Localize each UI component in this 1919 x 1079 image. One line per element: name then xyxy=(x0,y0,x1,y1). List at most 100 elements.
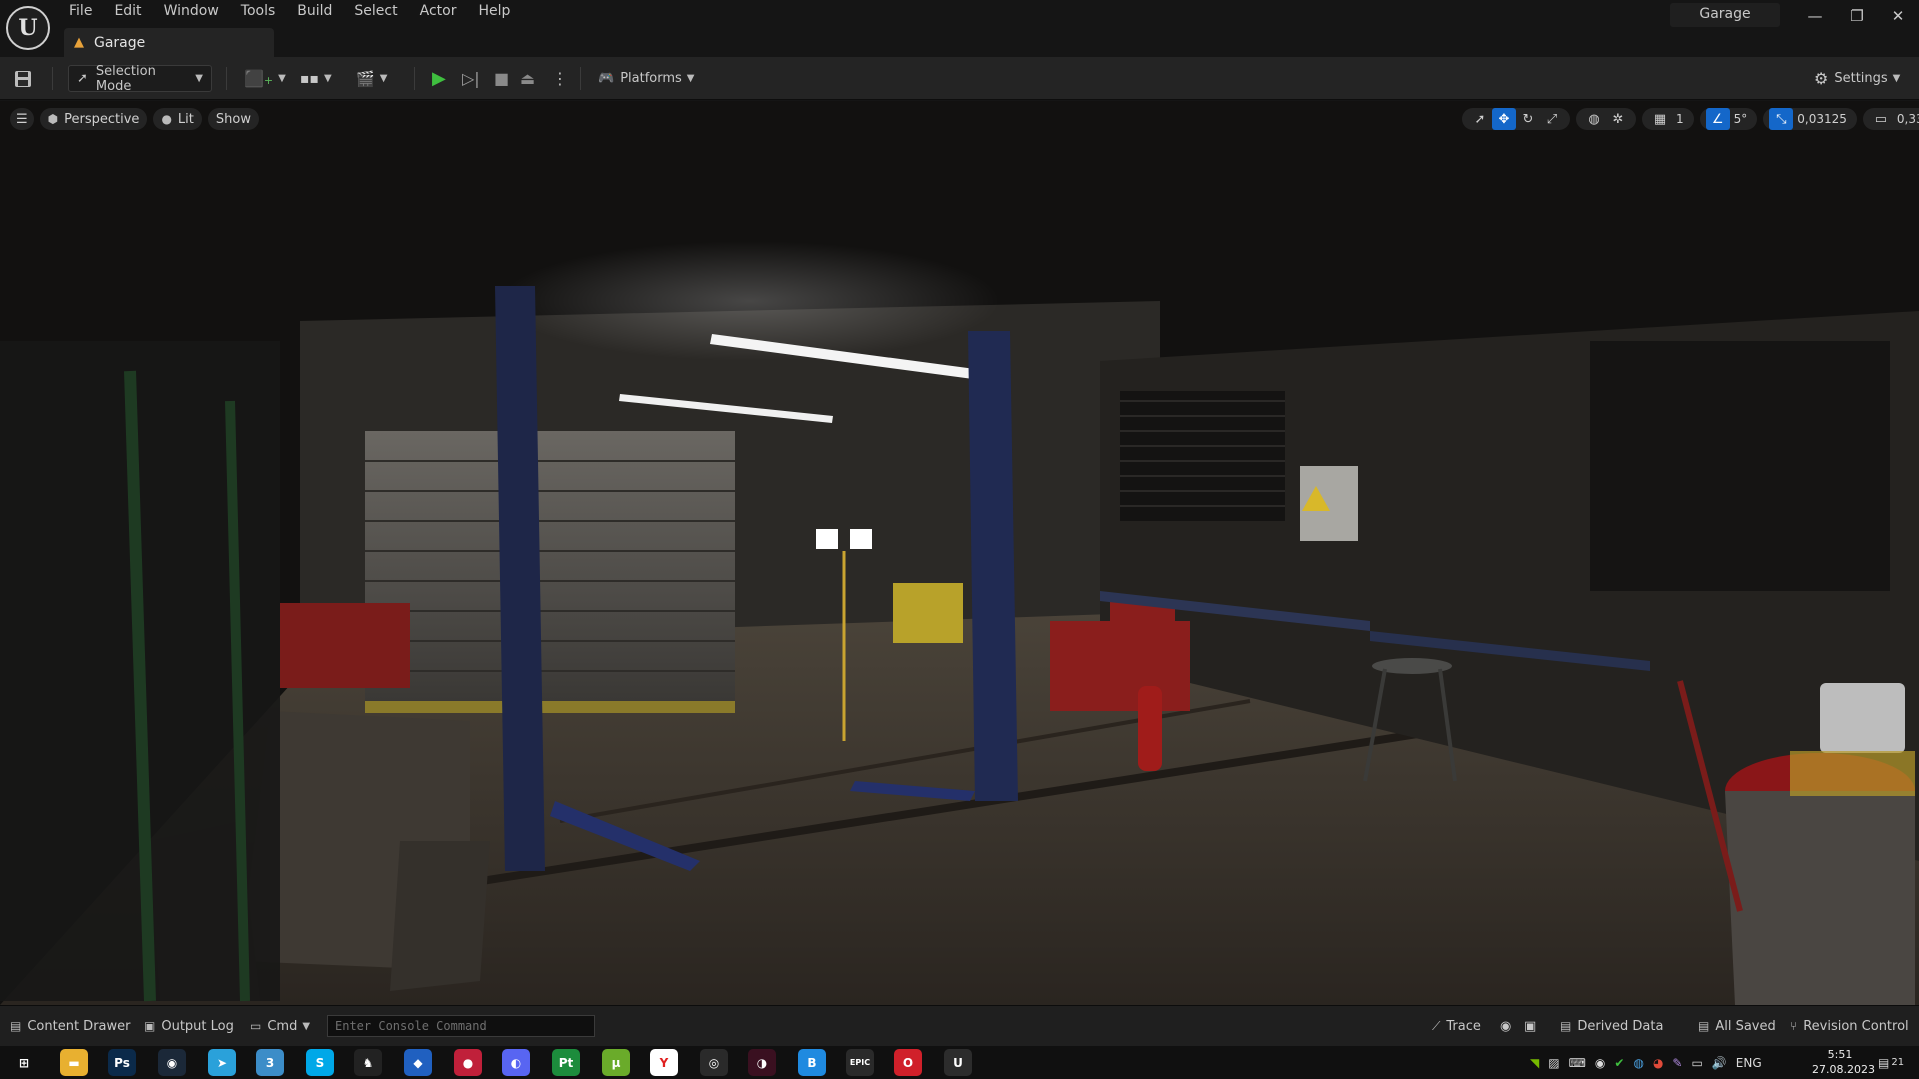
restore-icon[interactable]: ❐ xyxy=(1836,0,1878,32)
notifications-button[interactable]: ▤ 21 xyxy=(1878,1046,1904,1079)
close-icon[interactable]: ✕ xyxy=(1877,0,1919,32)
perspective-button[interactable]: ⬢ Perspective xyxy=(39,108,148,130)
selection-mode-dropdown[interactable]: ➚ Selection Mode ▼ xyxy=(68,64,212,94)
taskbar-blender-like-icon[interactable]: ◆ xyxy=(404,1049,432,1076)
settings-dropdown[interactable]: ⚙ Settings ▼ xyxy=(1814,65,1900,92)
transform-tools: ➚ ✥ ↻ ⤢ xyxy=(1462,108,1570,130)
main-toolbar: ➚ Selection Mode ▼ ⬛+ ▼ ▪▪ ▼ 🎬 ▼ ▶ ▷| ■ … xyxy=(0,57,1919,100)
taskbar-file-explorer-icon[interactable]: ▬ xyxy=(60,1049,88,1076)
taskbar-b-app-icon[interactable]: B xyxy=(798,1049,826,1076)
taskbar-media-app-icon[interactable]: ◑ xyxy=(748,1049,776,1076)
step-frame-icon[interactable]: ▷| xyxy=(462,65,480,92)
taskbar-red-app-icon[interactable]: ● xyxy=(454,1049,482,1076)
terminal-icon: ▭ xyxy=(250,1019,262,1033)
all-saved-button[interactable]: ▤ All Saved xyxy=(1698,1016,1776,1036)
revision-control-button[interactable]: ⑂ Revision Control xyxy=(1790,1016,1909,1036)
translate-icon[interactable]: ✥ xyxy=(1492,108,1516,130)
grid-snap-group[interactable]: ▦ 1 xyxy=(1642,108,1694,130)
viewport-right-controls: ➚ ✥ ↻ ⤢ ◍ ✲ ▦ 1 ∠ 5° ⤡ 0,03125 ▭ 0,33 ⊞ xyxy=(1456,108,1919,130)
save-status-icon: ▤ xyxy=(1698,1019,1710,1033)
record-icon[interactable]: ◉ xyxy=(1500,1016,1511,1036)
taskbar-skype-icon[interactable]: S xyxy=(306,1049,334,1076)
clock[interactable]: 5:51 27.08.2023 xyxy=(1812,1047,1875,1077)
chevron-down-icon: ▼ xyxy=(686,73,695,84)
play-icon[interactable]: ▶ xyxy=(432,65,446,92)
scale-icon[interactable]: ⤢ xyxy=(1540,108,1564,130)
language-indicator[interactable]: ENG xyxy=(1736,1056,1762,1070)
image-icon[interactable]: ▨ xyxy=(1548,1056,1559,1070)
steam-tray-icon[interactable]: ◉ xyxy=(1595,1056,1605,1070)
more-options-icon[interactable]: ⋮ xyxy=(552,65,568,92)
taskbar-epic-games-icon[interactable]: EPIC xyxy=(846,1049,874,1076)
taskbar-opera-icon[interactable]: O xyxy=(894,1049,922,1076)
content-drawer-button[interactable]: ▤ Content Drawer xyxy=(10,1016,130,1036)
output-log-button[interactable]: ▣ Output Log xyxy=(144,1016,234,1036)
cmd-label: Cmd xyxy=(267,1018,298,1034)
keyboard-icon[interactable]: ⌨ xyxy=(1569,1056,1586,1070)
platforms-dropdown[interactable]: 🎮 Platforms ▼ xyxy=(598,65,695,92)
output-log-label: Output Log xyxy=(161,1018,234,1034)
add-actor-button[interactable]: ⬛+ ▼ xyxy=(244,65,286,92)
level-icon: ▲ xyxy=(74,35,84,50)
chrome-icon[interactable]: ◕ xyxy=(1653,1056,1663,1070)
menu-tools[interactable]: Tools xyxy=(230,0,287,24)
menu-actor[interactable]: Actor xyxy=(409,0,468,24)
derived-data-button[interactable]: ▤ Derived Data xyxy=(1560,1016,1663,1036)
show-button[interactable]: Show xyxy=(207,108,259,130)
select-arrow-icon[interactable]: ➚ xyxy=(1468,108,1492,130)
show-label: Show xyxy=(215,111,251,127)
menu-build[interactable]: Build xyxy=(286,0,343,24)
taskbar-unreal-engine-icon[interactable]: U xyxy=(944,1049,972,1076)
taskbar-windows-start-icon[interactable]: ⊞ xyxy=(10,1049,38,1076)
viewport-options-button[interactable]: ☰ xyxy=(10,108,34,130)
taskbar-app-3-icon[interactable]: 3 xyxy=(256,1049,284,1076)
platforms-label: Platforms xyxy=(620,71,682,86)
taskbar-telegram-icon[interactable]: ➤ xyxy=(208,1049,236,1076)
branch-icon: ⑂ xyxy=(1790,1019,1798,1033)
scale-snap-group[interactable]: ⤡ 0,03125 xyxy=(1763,108,1857,130)
menu-window[interactable]: Window xyxy=(153,0,230,24)
cursor-icon: ➚ xyxy=(77,71,88,86)
eject-icon[interactable]: ⏏ xyxy=(520,65,535,92)
screenshot-icon[interactable]: ▣ xyxy=(1524,1016,1536,1036)
stop-icon[interactable]: ■ xyxy=(494,65,509,92)
console-command-input[interactable] xyxy=(327,1015,595,1037)
blueprint-button[interactable]: ▪▪ ▼ xyxy=(300,65,332,92)
nvidia-icon[interactable]: ◥ xyxy=(1530,1056,1539,1070)
world-globe-icon[interactable]: ◍ xyxy=(1582,108,1606,130)
taskbar-discord-icon[interactable]: ◐ xyxy=(502,1049,530,1076)
cmd-dropdown[interactable]: ▭ Cmd ▼ xyxy=(250,1016,310,1036)
globe-icon[interactable]: ◍ xyxy=(1633,1056,1643,1070)
taskbar-game-app-icon[interactable]: ♞ xyxy=(354,1049,382,1076)
level-viewport[interactable]: ☰ ⬢ Perspective ● Lit Show ➚ ✥ ↻ ⤢ ◍ ✲ ▦… xyxy=(0,101,1919,1005)
menu-help[interactable]: Help xyxy=(467,0,521,24)
taskbar-steam-icon[interactable]: ◉ xyxy=(158,1049,186,1076)
cinematics-button[interactable]: 🎬 ▼ xyxy=(356,65,387,92)
volume-icon[interactable]: 🔊 xyxy=(1712,1056,1727,1070)
camera-speed-group[interactable]: ▭ 0,33 xyxy=(1862,108,1919,130)
rotation-snap-group[interactable]: ∠ 5° xyxy=(1699,108,1758,130)
menu-edit[interactable]: Edit xyxy=(103,0,152,24)
rotation-snap-value: 5° xyxy=(1733,112,1748,126)
taskbar-obs-icon[interactable]: ◎ xyxy=(700,1049,728,1076)
rotate-icon[interactable]: ↻ xyxy=(1516,108,1540,130)
lit-button[interactable]: ● Lit xyxy=(153,108,202,130)
check-icon[interactable]: ✔ xyxy=(1614,1056,1624,1070)
surface-snap-icon[interactable]: ✲ xyxy=(1606,108,1630,130)
level-tab[interactable]: ▲ Garage xyxy=(64,28,274,57)
taskbar-photoshop-icon[interactable]: Ps xyxy=(108,1049,136,1076)
save-icon[interactable] xyxy=(14,65,32,92)
network-icon[interactable]: ▭ xyxy=(1691,1056,1702,1070)
unreal-logo-icon[interactable]: U xyxy=(6,6,50,50)
clock-date: 27.08.2023 xyxy=(1812,1063,1875,1076)
menu-file[interactable]: File xyxy=(58,0,103,24)
minimize-icon[interactable]: — xyxy=(1794,0,1836,32)
camera-icon: ▭ xyxy=(1874,111,1888,127)
menu-select[interactable]: Select xyxy=(343,0,408,24)
pen-icon[interactable]: ✎ xyxy=(1672,1056,1682,1070)
taskbar-utorrent-icon[interactable]: µ xyxy=(602,1049,630,1076)
taskbar-yandex-icon[interactable]: Y xyxy=(650,1049,678,1076)
angle-icon: ∠ xyxy=(1705,108,1730,130)
trace-button[interactable]: ⟋ Trace xyxy=(1432,1016,1481,1036)
taskbar-pycharm-icon[interactable]: Pt xyxy=(552,1049,580,1076)
